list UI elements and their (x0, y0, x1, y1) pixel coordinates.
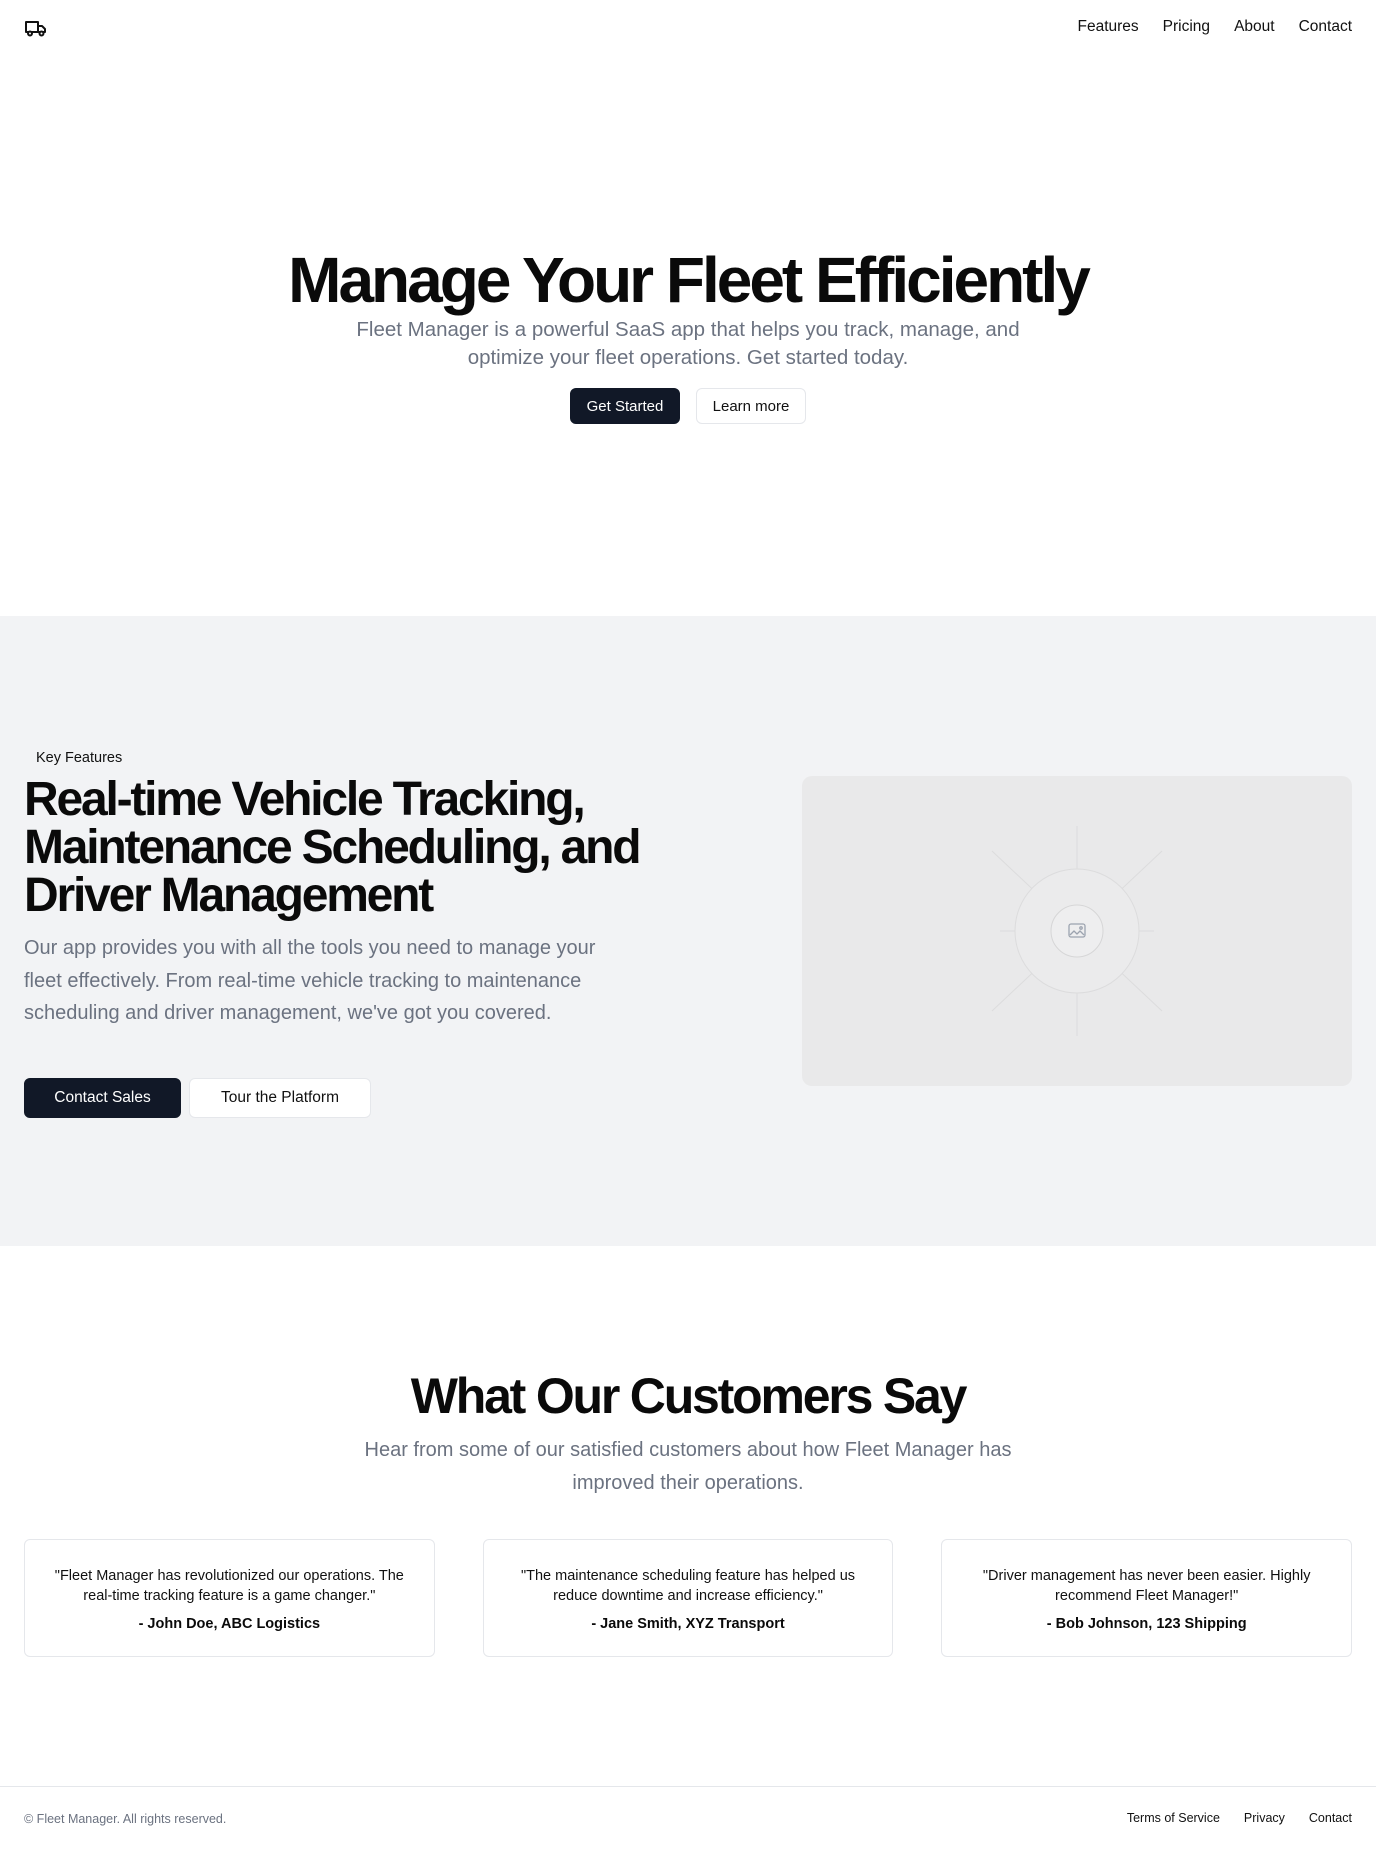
features-image-placeholder (802, 776, 1352, 1086)
nav-link-features[interactable]: Features (1078, 17, 1139, 37)
features-actions: Contact Sales Tour the Platform (24, 1078, 371, 1118)
testimonials-section: What Our Customers Say Hear from some of… (0, 1246, 1376, 1786)
nav-link-contact[interactable]: Contact (1299, 17, 1352, 37)
testimonial-author: - John Doe, ABC Logistics (138, 1616, 321, 1632)
hero-section: Manage Your Fleet Efficiently Fleet Mana… (0, 56, 1376, 616)
nav-link-pricing[interactable]: Pricing (1163, 17, 1210, 37)
testimonial-cards: "Fleet Manager has revolutionized our op… (24, 1539, 1353, 1657)
footer-link-privacy[interactable]: Privacy (1244, 1810, 1285, 1826)
features-title: Real-time Vehicle Tracking, Maintenance … (24, 773, 642, 922)
testimonials-subtitle: Hear from some of our satisfied customer… (364, 1439, 1012, 1494)
testimonial-quote: "Fleet Manager has revolutionized our op… (54, 1568, 404, 1604)
contact-sales-button[interactable]: Contact Sales (24, 1078, 181, 1118)
truck-icon[interactable] (24, 18, 48, 38)
site-header: Features Pricing About Contact (0, 0, 1376, 56)
features-description: Our app provides you with all the tools … (24, 937, 596, 1024)
features-section: Key Features Real-time Vehicle Tracking,… (0, 616, 1376, 1246)
image-placeholder-icon (991, 826, 1163, 1036)
testimonials-title: What Our Customers Say (410, 1368, 968, 1424)
hero-subtitle: Fleet Manager is a powerful SaaS app tha… (356, 318, 1020, 369)
hero-title: Manage Your Fleet Efficiently (288, 244, 1091, 316)
testimonial-card: "The maintenance scheduling feature has … (482, 1539, 894, 1657)
testimonial-author: - Bob Johnson, 123 Shipping (1046, 1616, 1247, 1632)
footer-nav: Terms of Service Privacy Contact (1127, 1810, 1352, 1826)
testimonial-card: "Fleet Manager has revolutionized our op… (24, 1539, 435, 1657)
learn-more-button[interactable]: Learn more (696, 388, 806, 424)
footer-link-terms[interactable]: Terms of Service (1127, 1810, 1220, 1826)
hero-actions: Get Started Learn more (0, 388, 1376, 424)
features-badge: Key Features (24, 746, 135, 770)
footer-link-contact[interactable]: Contact (1309, 1810, 1352, 1826)
main-nav: Features Pricing About Contact (1078, 17, 1353, 37)
site-footer: © Fleet Manager. All rights reserved. Te… (0, 1786, 1376, 1850)
testimonial-author: - Jane Smith, XYZ Transport (591, 1616, 785, 1632)
nav-link-about[interactable]: About (1234, 17, 1275, 37)
get-started-button[interactable]: Get Started (570, 388, 680, 424)
testimonial-quote: "Driver management has never been easier… (982, 1568, 1311, 1604)
testimonial-quote: "The maintenance scheduling feature has … (520, 1568, 856, 1604)
testimonial-card: "Driver management has never been easier… (941, 1539, 1353, 1657)
footer-copyright: © Fleet Manager. All rights reserved. (24, 1812, 227, 1826)
tour-platform-button[interactable]: Tour the Platform (189, 1078, 371, 1118)
